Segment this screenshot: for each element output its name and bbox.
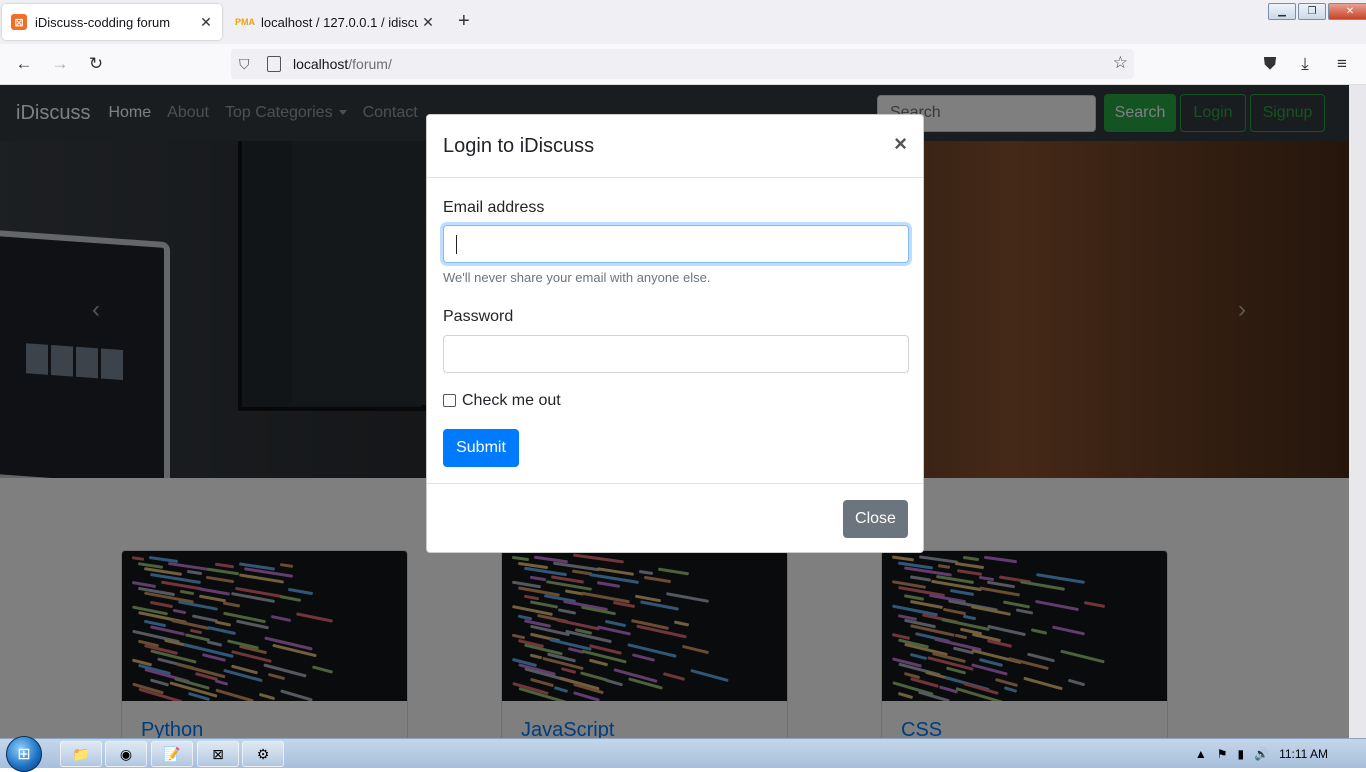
browser-toolbar: ← → ↻ ⛉ localhost/forum/ ☆ ⛊ ⤓ ≡ — [0, 44, 1366, 85]
flag-icon[interactable]: ⚑ — [1217, 747, 1228, 761]
tab-title: iDiscuss-codding forum — [35, 14, 171, 30]
text-cursor — [456, 235, 457, 254]
address-bar[interactable]: ⛉ localhost/forum/ ☆ — [231, 49, 1134, 79]
tab-idiscuss[interactable]: ⊠ iDiscuss-codding forum ✕ — [2, 4, 222, 40]
url-text: localhost/forum/ — [293, 56, 392, 72]
network-icon[interactable]: ▮ — [1238, 747, 1245, 761]
page-icon — [267, 56, 281, 72]
tab-title: localhost / 127.0.0.1 / idiscuss / — [261, 14, 418, 30]
firefox-icon[interactable]: ◉ — [105, 741, 147, 767]
clock[interactable]: 11:11 AM — [1279, 747, 1328, 761]
start-button[interactable]: ⊞ — [6, 736, 42, 772]
system-tray: ▲ ⚑ ▮ 🔊 11:11 AM — [1195, 739, 1366, 769]
menu-icon[interactable]: ≡ — [1332, 54, 1352, 74]
pocket-icon[interactable]: ⛊ — [1260, 54, 1280, 74]
browser-tab-strip: ⊠ iDiscuss-codding forum ✕ PMA localhost… — [0, 0, 1366, 44]
minimize-icon[interactable]: ▁ — [1268, 3, 1296, 20]
close-button[interactable]: Close — [843, 500, 908, 538]
shield-icon: ⛉ — [239, 55, 250, 72]
modal-footer: Close — [427, 483, 923, 552]
modal-header: Login to iDiscuss × — [427, 115, 923, 178]
tray-expand-icon[interactable]: ▲ — [1195, 747, 1207, 761]
windows-taskbar: ⊞ 📁 ◉ 📝 ⊠ ⚙ ▲ ⚑ ▮ 🔊 11:11 AM — [0, 736, 1366, 772]
bookmark-star-icon[interactable]: ☆ — [1113, 53, 1128, 73]
app-icon[interactable]: ⚙ — [242, 741, 284, 767]
restore-icon[interactable]: ❐ — [1298, 3, 1326, 20]
notepad-icon[interactable]: 📝 — [151, 741, 193, 767]
explorer-icon[interactable]: 📁 — [60, 741, 102, 767]
xampp-icon: ⊠ — [11, 14, 27, 30]
check-me-out-checkbox[interactable] — [443, 394, 456, 407]
window-close-icon[interactable]: ✕ — [1328, 3, 1366, 20]
download-icon[interactable]: ⤓ — [1295, 54, 1315, 74]
check-me-out-label[interactable]: Check me out — [462, 392, 561, 410]
email-field[interactable] — [443, 225, 909, 263]
window-controls: ▁ ❐ ✕ — [1266, 3, 1366, 20]
page-scrollbar[interactable] — [1349, 85, 1366, 738]
web-page: iDiscuss Home About Top Categories Conta… — [0, 85, 1366, 738]
tab-phpmyadmin[interactable]: PMA localhost / 127.0.0.1 / idiscuss / ✕ — [228, 4, 444, 40]
volume-icon[interactable]: 🔊 — [1254, 747, 1269, 761]
modal-title: Login to iDiscuss — [443, 135, 595, 157]
password-field[interactable] — [443, 335, 909, 373]
xampp-taskbar-icon[interactable]: ⊠ — [197, 741, 239, 767]
reload-icon[interactable]: ↻ — [86, 54, 106, 74]
submit-button[interactable]: Submit — [443, 429, 519, 467]
close-tab-icon[interactable]: ✕ — [418, 14, 438, 31]
new-tab-button[interactable]: + — [458, 11, 470, 31]
password-label: Password — [443, 308, 514, 325]
forward-icon[interactable]: → — [50, 54, 70, 74]
close-tab-icon[interactable]: ✕ — [196, 14, 216, 31]
email-label: Email address — [443, 199, 545, 216]
email-help-text: We'll never share your email with anyone… — [443, 270, 711, 285]
close-icon[interactable]: × — [894, 133, 907, 155]
login-modal: Login to iDiscuss × Email address We'll … — [426, 114, 924, 553]
back-icon[interactable]: ← — [14, 54, 34, 74]
phpmyadmin-icon: PMA — [235, 17, 255, 27]
